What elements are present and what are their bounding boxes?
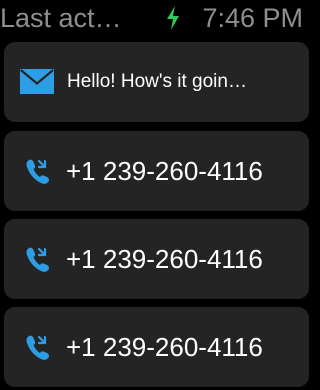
list-item-call[interactable]: +1 239-260-4116	[4, 219, 309, 299]
recent-activity-list: Hello! How's it goin… +1 239-260-4116 +1…	[0, 0, 312, 390]
phone-number: +1 239-260-4116	[66, 156, 263, 186]
phone-number: +1 239-260-4116	[66, 244, 263, 274]
phone-icon	[26, 247, 49, 272]
message-preview: Hello! How's it goin…	[67, 71, 247, 92]
list-item-call[interactable]: +1 239-260-4116	[4, 307, 309, 387]
phone-icon	[26, 335, 49, 360]
mail-icon	[20, 69, 54, 94]
list-item-call[interactable]: +1 239-260-4116	[4, 131, 309, 211]
phone-icon	[26, 159, 49, 184]
list-item-message[interactable]: Hello! How's it goin…	[4, 42, 309, 122]
phone-number: +1 239-260-4116	[66, 332, 263, 362]
